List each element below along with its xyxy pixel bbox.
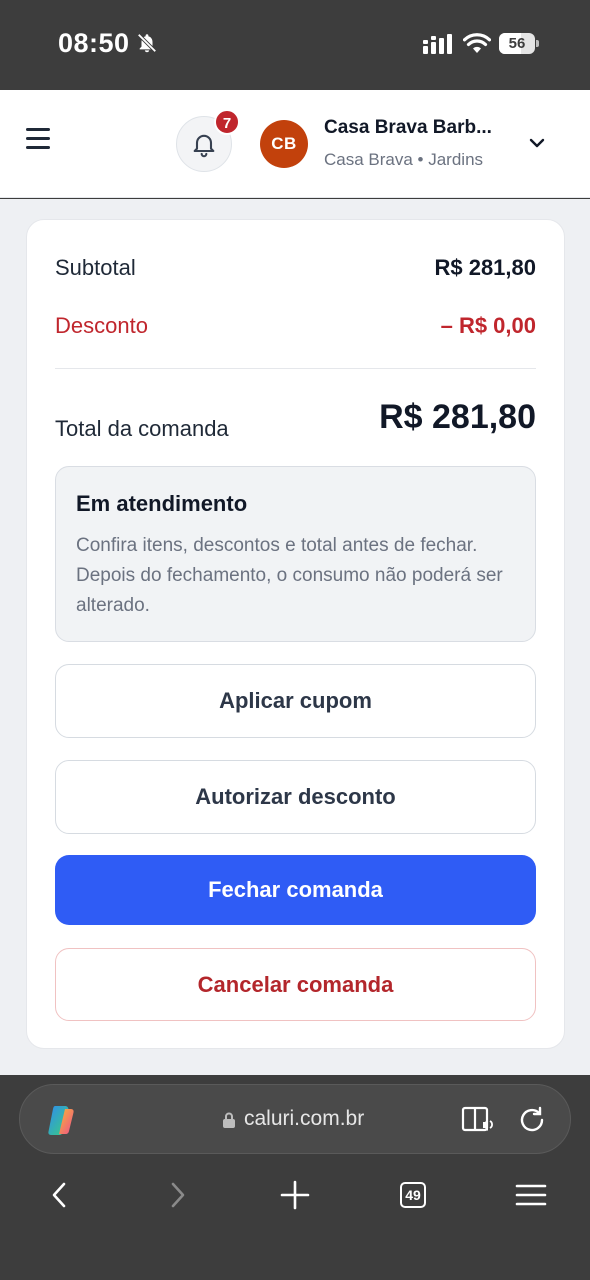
- back-arrow-icon[interactable]: [31, 1170, 87, 1220]
- apply-coupon-button[interactable]: Aplicar cupom: [55, 664, 536, 738]
- lock-icon: [222, 1111, 236, 1134]
- avatar[interactable]: CB: [260, 120, 308, 168]
- cancel-order-button[interactable]: Cancelar comanda: [55, 948, 536, 1021]
- url-text[interactable]: caluri.com.br: [244, 1107, 364, 1131]
- page-content: Subtotal R$ 281,80 Desconto – R$ 0,00 To…: [0, 199, 590, 1075]
- close-order-button[interactable]: Fechar comanda: [55, 855, 536, 925]
- app-header: 7 CB Casa Brava Barb... Casa Brava • Jar…: [0, 90, 590, 198]
- notification-badge: 7: [214, 109, 240, 135]
- total-value: R$ 281,80: [379, 398, 536, 436]
- signal-icon: [423, 34, 453, 59]
- new-tab-plus-icon[interactable]: [267, 1170, 323, 1220]
- status-text: Confira itens, descontos e total antes d…: [76, 535, 503, 616]
- discount-label: Desconto: [55, 313, 148, 338]
- bell-slash-icon: [136, 32, 158, 59]
- address-bar[interactable]: caluri.com.br: [19, 1084, 571, 1154]
- tabs-button[interactable]: 49: [385, 1170, 441, 1220]
- order-summary-card: Subtotal R$ 281,80 Desconto – R$ 0,00 To…: [26, 219, 565, 1049]
- business-name[interactable]: Casa Brava Barb...: [324, 117, 506, 139]
- status-box: Em atendimento Confira itens, descontos …: [55, 466, 536, 642]
- status-bar: 08:50 56: [0, 0, 590, 90]
- business-location: Casa Brava • Jardins: [324, 150, 484, 169]
- wifi-icon: [462, 32, 492, 59]
- tabs-count: 49: [400, 1182, 426, 1208]
- reader-mode-icon[interactable]: [461, 1105, 495, 1140]
- bell-icon: [193, 134, 215, 158]
- chevron-down-icon[interactable]: [527, 136, 547, 155]
- copilot-icon[interactable]: [43, 1102, 79, 1138]
- authorize-discount-button[interactable]: Autorizar desconto: [55, 760, 536, 834]
- subtotal-value: R$ 281,80: [434, 255, 536, 280]
- browser-toolbar: caluri.com.br 49: [0, 1075, 590, 1280]
- reload-icon[interactable]: [517, 1105, 547, 1140]
- browser-nav-bar: 49: [0, 1170, 590, 1230]
- menu-icon[interactable]: [26, 128, 52, 150]
- hamburger-menu-icon[interactable]: [503, 1170, 559, 1220]
- subtotal-label: Subtotal: [55, 255, 136, 280]
- status-title: Em atendimento: [76, 491, 248, 516]
- divider: [55, 368, 536, 369]
- battery-percent: 56: [508, 35, 526, 52]
- discount-value: – R$ 0,00: [440, 313, 536, 338]
- status-time: 08:50: [58, 28, 130, 58]
- forward-arrow-icon[interactable]: [150, 1170, 206, 1220]
- total-label: Total da comanda: [55, 416, 229, 441]
- battery-icon: 56: [499, 33, 539, 54]
